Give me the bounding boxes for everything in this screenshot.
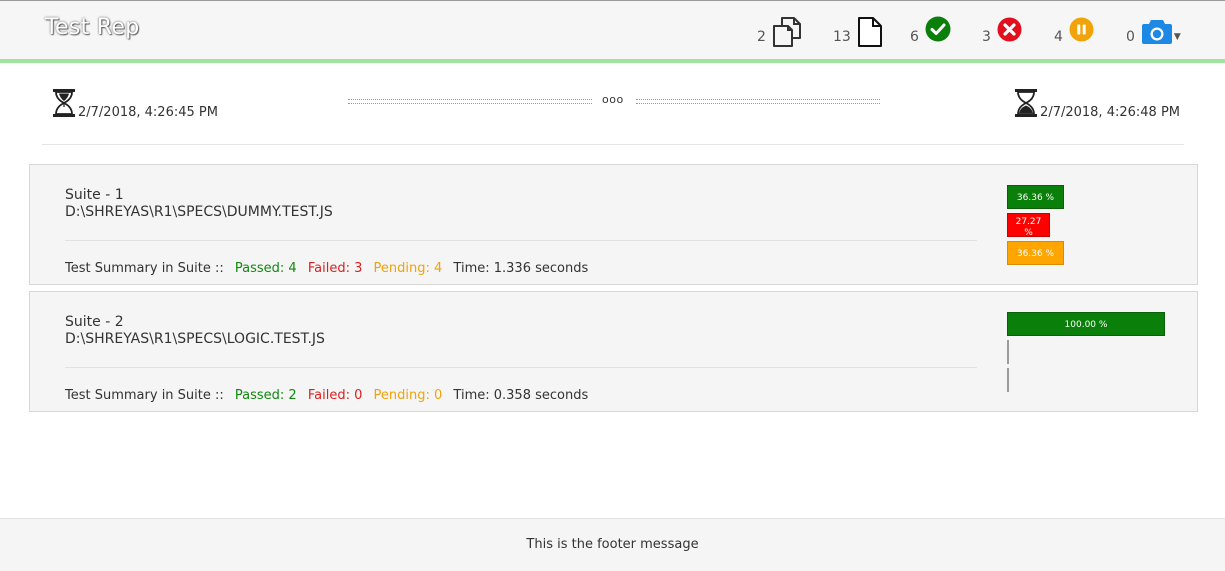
suite-path: D:\SHREYAS\R1\SPECS\DUMMY.TEST.JS: [65, 204, 333, 220]
failed-percentage-bar: 27.27 %: [1007, 213, 1050, 237]
pending-percentage-bar: 36.36 %: [1007, 241, 1064, 265]
suite-card[interactable]: Suite - 2 D:\SHREYAS\R1\SPECS\LOGIC.TEST…: [29, 291, 1198, 412]
start-time-block: 2/7/2018, 4:26:45 PM: [52, 88, 218, 122]
failed-percentage-unit: %: [1024, 228, 1033, 237]
failed-summary: Failed: 3: [307, 261, 363, 276]
hourglass-start-icon: [52, 88, 76, 122]
file-icon: [857, 16, 883, 48]
suite-name: Suite - 2: [65, 314, 124, 330]
duration-label: ooo: [602, 93, 624, 106]
footer-message: This is the footer message: [526, 537, 699, 552]
time-summary: Time: 1.336 seconds: [453, 261, 589, 276]
summary-label: Test Summary in Suite ::: [65, 261, 224, 276]
failed-summary: Failed: 0: [307, 388, 363, 403]
timing-row: 2/7/2018, 4:26:45 PM ooo 2/7/2018, 4:26:…: [42, 88, 1184, 145]
failed-percentage-value: 27.27: [1015, 217, 1042, 227]
end-time: 2/7/2018, 4:26:48 PM: [1040, 105, 1180, 120]
pending-percentage-label: 36.36 %: [1016, 249, 1055, 259]
suite-card[interactable]: Suite - 1 D:\SHREYAS\R1\SPECS\DUMMY.TEST…: [29, 164, 1198, 285]
passed-percentage-bar: 100.00 %: [1007, 312, 1165, 336]
chevron-down-icon: ▼: [1173, 32, 1181, 42]
tests-stat[interactable]: 13: [833, 15, 883, 49]
passed-percentage-bar: 36.36 %: [1007, 185, 1064, 209]
passed-summary: Passed: 2: [234, 388, 297, 403]
camera-icon: [1141, 19, 1173, 45]
pending-summary: Pending: 0: [373, 388, 443, 403]
suite-path: D:\SHREYAS\R1\SPECS\LOGIC.TEST.JS: [65, 331, 325, 347]
failed-stat[interactable]: 3: [982, 15, 1022, 49]
x-circle-icon: [997, 17, 1022, 42]
suite-divider: [65, 240, 977, 241]
screenshots-count: 0: [1126, 29, 1135, 45]
suite-divider: [65, 367, 977, 368]
tests-count: 13: [833, 29, 851, 45]
pause-circle-icon: [1069, 17, 1094, 42]
pending-count: 4: [1054, 29, 1063, 45]
suites-stat[interactable]: 2: [757, 15, 802, 49]
failed-percentage-bar: [1007, 340, 1009, 364]
screenshots-dropdown[interactable]: 0 ▼: [1126, 15, 1181, 49]
suites-count: 2: [757, 29, 766, 45]
passed-summary: Passed: 4: [234, 261, 297, 276]
pending-percentage-bar: [1007, 368, 1009, 392]
suite-summary: Test Summary in Suite :: Passed: 4 Faile…: [65, 261, 595, 276]
start-time: 2/7/2018, 4:26:45 PM: [78, 105, 218, 120]
timeline-divider-left: [348, 99, 592, 104]
summary-label: Test Summary in Suite ::: [65, 388, 224, 403]
time-summary: Time: 0.358 seconds: [453, 388, 589, 403]
app-title: Test Rep: [45, 15, 140, 40]
footer: This is the footer message: [0, 518, 1225, 571]
copy-icon: [772, 16, 802, 48]
pending-stat[interactable]: 4: [1054, 15, 1094, 49]
failed-count: 3: [982, 29, 991, 45]
suite-name: Suite - 1: [65, 187, 124, 203]
suite-summary: Test Summary in Suite :: Passed: 2 Faile…: [65, 388, 595, 403]
timeline-divider-right: [636, 99, 880, 104]
hourglass-end-icon: [1014, 88, 1038, 122]
pending-summary: Pending: 4: [373, 261, 443, 276]
end-time-block: 2/7/2018, 4:26:48 PM: [1014, 88, 1180, 122]
passed-percentage-label: 36.36 %: [1016, 193, 1055, 203]
top-header: Test Rep 2 13 6 3 4 0 ▼: [0, 0, 1225, 63]
passed-stat[interactable]: 6: [910, 15, 951, 49]
passed-percentage-label: 100.00 %: [1064, 320, 1108, 330]
check-circle-icon: [925, 16, 951, 42]
failed-percentage-label: 27.27 %: [1008, 214, 1049, 237]
passed-count: 6: [910, 29, 919, 45]
